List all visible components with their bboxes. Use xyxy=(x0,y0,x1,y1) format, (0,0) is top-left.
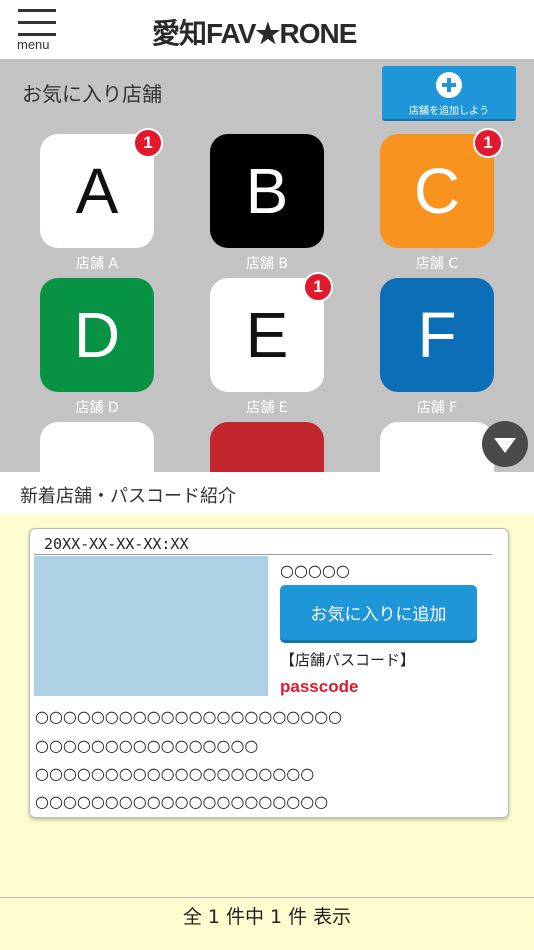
store-name: 店舗 D xyxy=(75,400,119,416)
card-description-line: ○○○○○○○○○○○○○○○○○○○○ xyxy=(35,764,315,783)
new-stores-header: 新着店舗・パスコード紹介 xyxy=(0,472,534,514)
passcode-value: passcode xyxy=(280,677,359,696)
scroll-down-button[interactable] xyxy=(482,421,528,467)
store-tile: B xyxy=(210,134,324,248)
card-store-name: ○○○○○ xyxy=(280,561,350,580)
favorites-title: お気に入り店舗 xyxy=(22,82,162,106)
store-name: 店舗 A xyxy=(75,256,119,272)
add-store-label: 店舗を追加しよう xyxy=(409,106,489,117)
store-image-placeholder xyxy=(34,556,268,696)
store-item[interactable] xyxy=(40,422,154,472)
menu-button[interactable]: menu xyxy=(16,6,60,54)
store-item[interactable]: A 店舗 A1 xyxy=(40,128,163,273)
store-item[interactable] xyxy=(380,422,494,472)
notification-badge: 1 xyxy=(473,128,503,158)
store-name: 店舗 B xyxy=(245,256,289,272)
hamburger-icon-bar xyxy=(18,21,56,24)
new-store-card: 20XX-XX-XX-XX:XX ○○○○○ お気に入りに追加 【店舗パスコード… xyxy=(29,528,509,818)
store-tile xyxy=(40,422,154,472)
store-name: 店舗 F xyxy=(416,400,458,416)
hamburger-icon xyxy=(18,9,56,12)
store-item[interactable]: C 店舗 C1 xyxy=(380,128,503,273)
store-tile: F xyxy=(380,278,494,392)
passcode-label: 【店舗パスコード】 xyxy=(280,651,416,669)
store-tile: D xyxy=(40,278,154,392)
store-name: 店舗 E xyxy=(246,400,288,416)
store-item[interactable]: F 店舗 F xyxy=(380,278,494,417)
card-divider xyxy=(34,554,492,555)
add-store-button[interactable]: 店舗を追加しよう xyxy=(382,66,516,121)
add-to-favorites-button[interactable]: お気に入りに追加 xyxy=(280,585,477,643)
menu-label: menu xyxy=(17,37,50,52)
notification-badge: 1 xyxy=(133,128,163,158)
notification-badge: 1 xyxy=(303,272,333,302)
store-item[interactable]: B 店舗 B xyxy=(210,134,324,273)
hamburger-icon-bar xyxy=(18,33,56,36)
card-description-line: ○○○○○○○○○○○○○○○○○○○○○○ xyxy=(35,707,343,726)
store-item[interactable] xyxy=(210,422,324,472)
store-tile xyxy=(210,422,324,472)
app: menu 愛知FAV★RONE お気に入り店舗 店舗を追加しよう A 店舗 A1B… xyxy=(0,0,534,950)
store-item[interactable]: D 店舗 D xyxy=(40,278,154,417)
card-description-line: ○○○○○○○○○○○○○○○○○○○○○ xyxy=(35,792,329,811)
store-name: 店舗 C xyxy=(415,256,459,272)
store-tile xyxy=(380,422,494,472)
plus-icon xyxy=(436,72,462,98)
app-logo: 愛知FAV★RONE xyxy=(152,18,357,49)
card-date: 20XX-XX-XX-XX:XX xyxy=(44,535,189,553)
store-item[interactable]: E 店舗 E1 xyxy=(210,272,333,417)
header: menu 愛知FAV★RONE xyxy=(0,0,534,59)
results-count: 全 1 件中 1 件 表示 xyxy=(182,906,352,928)
card-description-line: ○○○○○○○○○○○○○○○○ xyxy=(35,736,259,755)
new-stores-area: 20XX-XX-XX-XX:XX ○○○○○ お気に入りに追加 【店舗パスコード… xyxy=(0,514,534,897)
favorites-section: お気に入り店舗 店舗を追加しよう A 店舗 A 1 B 店舗 B C 店舗 C 1 D 店舗 DE… xyxy=(0,59,534,472)
new-stores-title: 新着店舗・パスコード紹介 xyxy=(20,486,236,507)
results-footer: 全 1 件中 1 件 表示 xyxy=(0,897,534,950)
